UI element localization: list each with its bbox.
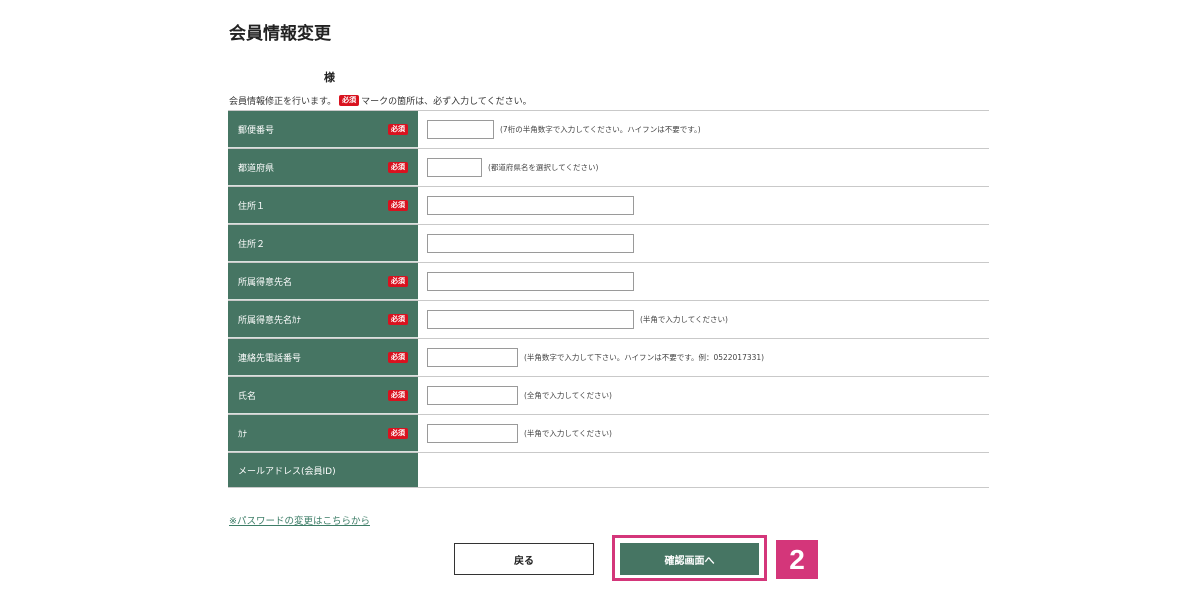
- row-field: (半角で入力してください): [418, 301, 989, 338]
- row-field: [418, 225, 989, 262]
- field-label: 連絡先電話番号: [238, 353, 302, 364]
- form-row-email: メールアドレス(会員ID): [228, 453, 989, 488]
- form-row-prefecture: 都道府県 必須 (都道府県名を選択してください): [228, 149, 989, 187]
- field-label: 郵便番号: [238, 125, 275, 136]
- intro-text-after: マークの箇所は、必ず入力してください。: [361, 97, 532, 107]
- row-field: (7桁の半角数字で入力してください。ハイフンは不要です。): [418, 111, 989, 148]
- row-field: (全角で入力してください): [418, 377, 989, 414]
- name-input[interactable]: [427, 386, 518, 405]
- form-row-address-2: 住所２: [228, 225, 989, 263]
- field-label: ｶﾅ: [238, 429, 248, 440]
- row-label: ｶﾅ 必須: [228, 415, 418, 452]
- row-field: (半角で入力してください): [418, 415, 989, 452]
- address-1-input[interactable]: [427, 196, 634, 215]
- form-row-phone: 連絡先電話番号 必須 (半角数字で入力して下さい。ハイフンは不要です。例：052…: [228, 339, 989, 377]
- required-badge: 必須: [388, 313, 408, 325]
- required-badge: 必須: [339, 95, 360, 106]
- row-label: 所属得意先名ｶﾅ 必須: [228, 301, 418, 338]
- row-field: (半角数字で入力して下さい。ハイフンは不要です。例：0522017331): [418, 339, 989, 376]
- form-row-address-1: 住所１ 必須: [228, 187, 989, 225]
- field-hint: (半角で入力してください): [640, 315, 728, 324]
- form-row-kana: ｶﾅ 必須 (半角で入力してください): [228, 415, 989, 453]
- field-hint: (半角で入力してください): [524, 429, 612, 438]
- form-row-customer-name-kana: 所属得意先名ｶﾅ 必須 (半角で入力してください): [228, 301, 989, 339]
- row-label: 郵便番号 必須: [228, 111, 418, 148]
- row-label: 住所１ 必須: [228, 187, 418, 224]
- form-row-customer-name: 所属得意先名 必須: [228, 263, 989, 301]
- row-field: [418, 263, 989, 300]
- row-label: 連絡先電話番号 必須: [228, 339, 418, 376]
- password-change-link[interactable]: ※パスワードの変更はこちらから: [229, 513, 370, 527]
- field-label: 住所１: [238, 201, 266, 212]
- customer-name-kana-input[interactable]: [427, 310, 634, 329]
- field-label: 住所２: [238, 239, 266, 250]
- form-row-name: 氏名 必須 (全角で入力してください): [228, 377, 989, 415]
- field-hint: (半角数字で入力して下さい。ハイフンは不要です。例：0522017331): [524, 353, 765, 362]
- postal-code-input[interactable]: [427, 120, 494, 139]
- honorific-label: 様: [324, 71, 335, 84]
- address-2-input[interactable]: [427, 234, 634, 253]
- required-badge: 必須: [388, 427, 408, 439]
- required-badge: 必須: [388, 351, 408, 363]
- row-field: (都道府県名を選択してください): [418, 149, 989, 186]
- field-label: 都道府県: [238, 163, 275, 174]
- required-badge: 必須: [388, 389, 408, 401]
- phone-input[interactable]: [427, 348, 518, 367]
- kana-input[interactable]: [427, 424, 518, 443]
- required-badge: 必須: [388, 275, 408, 287]
- page-title: 会員情報変更: [229, 24, 331, 44]
- member-info-form: 郵便番号 必須 (7桁の半角数字で入力してください。ハイフンは不要です。) 都道…: [228, 110, 989, 488]
- row-label: 都道府県 必須: [228, 149, 418, 186]
- intro-text: 会員情報修正を行います。 必須 マークの箇所は、必ず入力してください。: [229, 94, 532, 107]
- form-row-postal-code: 郵便番号 必須 (7桁の半角数字で入力してください。ハイフンは不要です。): [228, 111, 989, 149]
- required-badge: 必須: [388, 123, 408, 135]
- back-button[interactable]: 戻る: [454, 543, 594, 575]
- row-label: 所属得意先名 必須: [228, 263, 418, 300]
- prefecture-input[interactable]: [427, 158, 482, 177]
- row-label: メールアドレス(会員ID): [228, 453, 418, 487]
- customer-name-input[interactable]: [427, 272, 634, 291]
- required-badge: 必須: [388, 199, 408, 211]
- field-hint: (都道府県名を選択してください): [488, 163, 599, 172]
- row-field: [418, 187, 989, 224]
- field-hint: (7桁の半角数字で入力してください。ハイフンは不要です。): [500, 125, 701, 134]
- field-label: 所属得意先名: [238, 277, 293, 288]
- step-number-badge: 2: [776, 540, 818, 579]
- field-label: 所属得意先名ｶﾅ: [238, 315, 302, 326]
- row-label: 住所２: [228, 225, 418, 262]
- row-field: [418, 453, 989, 487]
- intro-text-before: 会員情報修正を行います。: [229, 97, 337, 107]
- field-label: メールアドレス(会員ID): [238, 466, 336, 477]
- confirm-button[interactable]: 確認画面へ: [620, 543, 759, 575]
- field-label: 氏名: [238, 391, 257, 402]
- field-hint: (全角で入力してください): [524, 391, 612, 400]
- row-label: 氏名 必須: [228, 377, 418, 414]
- required-badge: 必須: [388, 161, 408, 173]
